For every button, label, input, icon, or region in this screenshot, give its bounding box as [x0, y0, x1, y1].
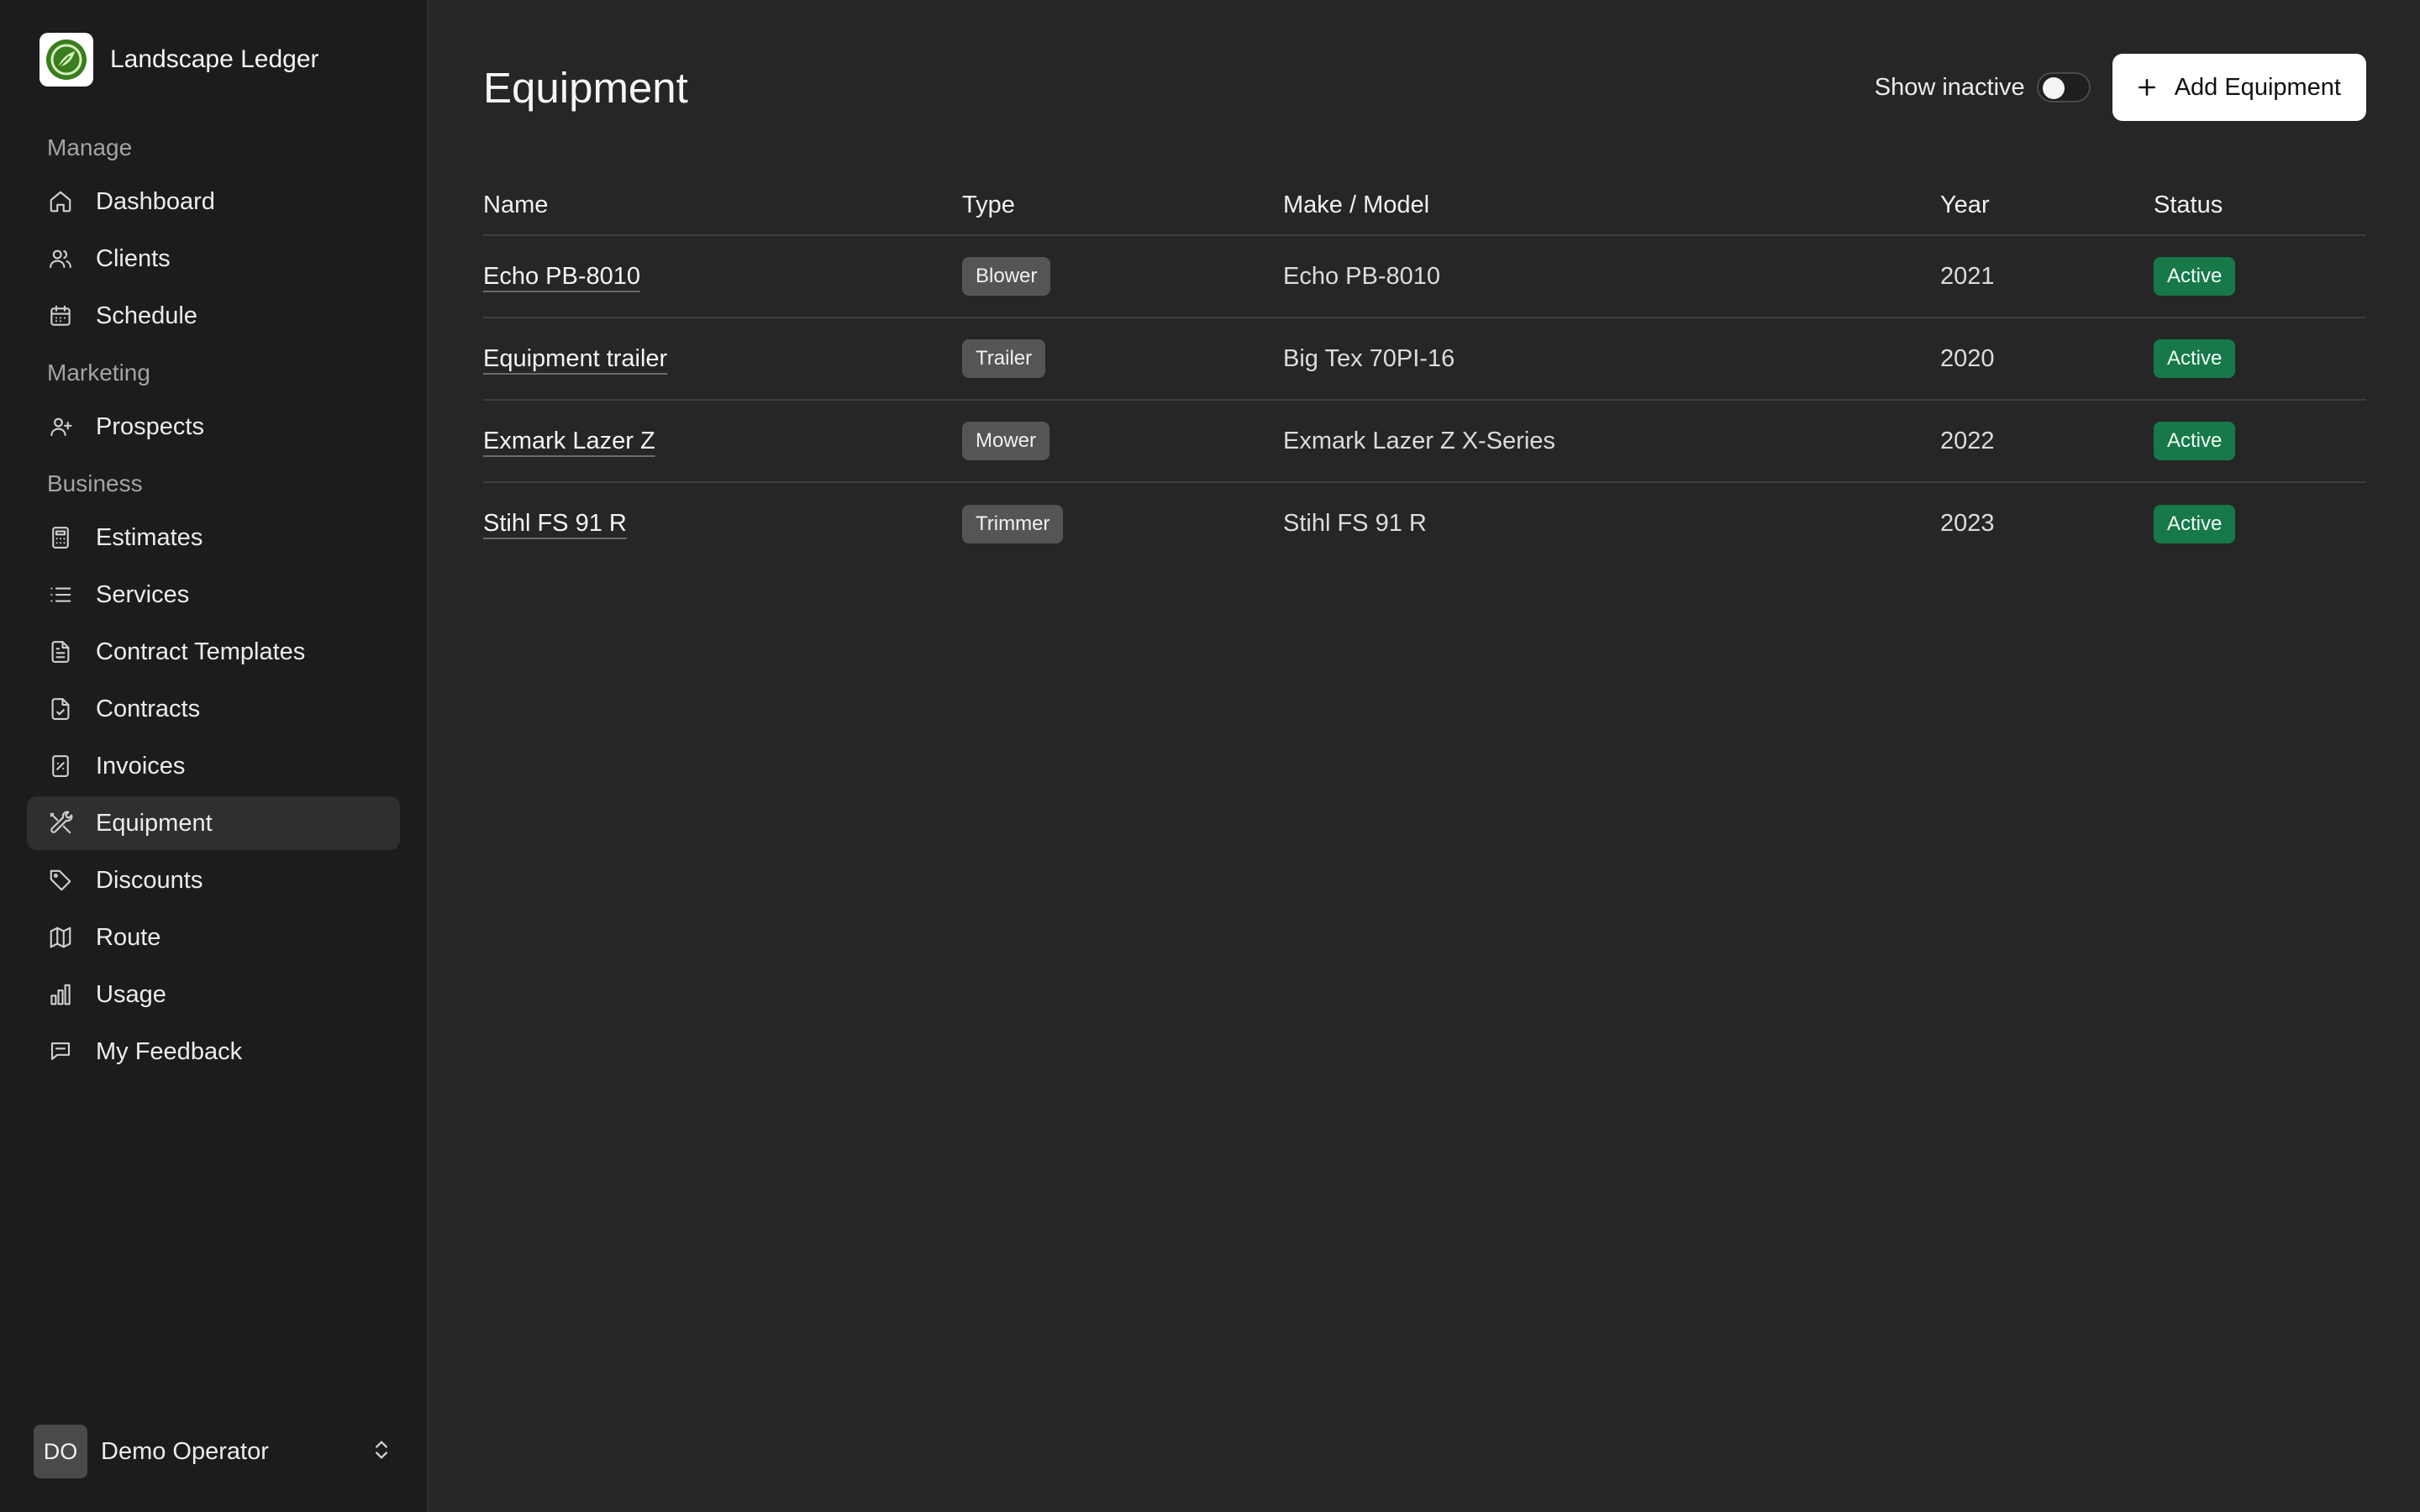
user-menu[interactable]: DO Demo Operator	[34, 1425, 393, 1478]
tag-icon	[47, 867, 74, 894]
sidebar-item-label: Contract Templates	[96, 638, 306, 665]
section-label-manage: Manage	[47, 134, 133, 160]
year: 2023	[1940, 510, 1995, 537]
list-icon	[47, 581, 74, 608]
user-name: Demo Operator	[101, 1437, 269, 1465]
page-header: Equipment Show inactive Add Equipment	[483, 0, 2366, 175]
add-equipment-label: Add Equipment	[2174, 73, 2341, 101]
equipment-name-link[interactable]: Echo PB-8010	[483, 263, 640, 290]
sidebar-item-equipment[interactable]: Equipment	[27, 796, 400, 850]
sidebar-item-label: Prospects	[96, 412, 204, 440]
avatar: DO	[34, 1425, 87, 1478]
chevrons-up-down-icon[interactable]	[370, 1438, 393, 1466]
sidebar-item-label: Dashboard	[96, 187, 215, 215]
sidebar-item-my-feedback[interactable]: My Feedback	[27, 1025, 400, 1079]
make-model: Echo PB-8010	[1283, 235, 1940, 318]
calculator-icon	[47, 524, 74, 551]
app-name: Landscape Ledger	[110, 45, 319, 73]
sidebar-item-estimates[interactable]: Estimates	[27, 511, 400, 564]
page-title: Equipment	[483, 63, 688, 112]
file-text-icon	[47, 638, 74, 665]
type-badge: Blower	[962, 257, 1051, 296]
calendar-icon	[47, 302, 74, 329]
equipment-name-link[interactable]: Stihl FS 91 R	[483, 510, 627, 537]
table-row: Echo PB-8010 Blower Echo PB-8010 2021 Ac…	[483, 235, 2366, 318]
sidebar-item-label: Clients	[96, 244, 171, 272]
column-header-status[interactable]: Status	[2154, 175, 2366, 236]
sidebar-item-label: Estimates	[96, 523, 203, 551]
column-header-year[interactable]: Year	[1940, 175, 2154, 236]
sidebar-item-dashboard[interactable]: Dashboard	[27, 175, 400, 228]
users-icon	[47, 245, 74, 272]
make-model: Exmark Lazer Z X-Series	[1283, 400, 1940, 483]
sidebar-item-label: Equipment	[96, 809, 213, 837]
user-plus-icon	[47, 413, 74, 440]
main-content: Equipment Show inactive Add Equipment Na…	[429, 0, 2420, 1512]
show-inactive-toggle[interactable]: Show inactive	[1875, 72, 2091, 102]
file-check-icon	[47, 696, 74, 722]
section-label-business: Business	[47, 470, 143, 496]
year: 2022	[1940, 400, 2154, 483]
type-badge: Trailer	[962, 339, 1046, 378]
type-badge: Trimmer	[962, 504, 1064, 543]
sidebar-item-discounts[interactable]: Discounts	[27, 853, 400, 907]
section-label-marketing: Marketing	[47, 360, 150, 386]
plus-icon	[2138, 79, 2155, 96]
column-header-name[interactable]: Name	[483, 175, 962, 236]
bar-chart-icon	[47, 981, 74, 1008]
sidebar-item-label: Schedule	[96, 302, 197, 329]
sidebar-item-label: Usage	[96, 980, 166, 1008]
sidebar-item-contract-templates[interactable]: Contract Templates	[27, 625, 400, 679]
table-row: Equipment trailer Trailer Big Tex 70PI-1…	[483, 318, 2366, 401]
sidebar-item-schedule[interactable]: Schedule	[27, 289, 400, 343]
sidebar-item-route[interactable]: Route	[27, 911, 400, 964]
equipment-table: Name Type Make / Model Year Status Echo …	[483, 175, 2366, 564]
map-icon	[47, 924, 74, 951]
year: 2021	[1940, 235, 2154, 318]
brand[interactable]: Landscape Ledger	[39, 32, 400, 87]
year: 2020	[1940, 318, 2154, 401]
table-row: Stihl FS 91 R Trimmer Stihl FS 91 R 2023…	[483, 482, 2366, 564]
sidebar-item-prospects[interactable]: Prospects	[27, 400, 400, 454]
status-badge: Active	[2154, 339, 2236, 378]
sidebar-item-label: Invoices	[96, 752, 186, 780]
table-row: Exmark Lazer Z Mower Exmark Lazer Z X-Se…	[483, 400, 2366, 483]
sidebar-item-services[interactable]: Services	[27, 568, 400, 622]
add-equipment-button[interactable]: Add Equipment	[2112, 54, 2366, 121]
make-model: Big Tex 70PI-16	[1283, 318, 1940, 401]
sidebar: Landscape Ledger Manage Dashboard Client…	[0, 0, 429, 1512]
sidebar-item-label: Services	[96, 580, 190, 608]
sidebar-item-usage[interactable]: Usage	[27, 968, 400, 1021]
receipt-icon	[47, 753, 74, 780]
sidebar-nav: Manage Dashboard Clients Schedule Market…	[27, 121, 400, 1079]
status-badge: Active	[2154, 504, 2236, 543]
show-inactive-switch[interactable]	[2036, 72, 2091, 102]
sidebar-item-clients[interactable]: Clients	[27, 232, 400, 286]
sidebar-item-invoices[interactable]: Invoices	[27, 739, 400, 793]
sidebar-item-label: Contracts	[96, 695, 201, 722]
status-badge: Active	[2154, 257, 2236, 296]
column-header-type[interactable]: Type	[962, 175, 1283, 236]
show-inactive-label: Show inactive	[1874, 73, 2025, 101]
leaf-logo-icon	[39, 33, 93, 87]
equipment-name-link[interactable]: Exmark Lazer Z	[483, 428, 655, 454]
sidebar-item-label: My Feedback	[96, 1037, 243, 1065]
sidebar-item-contracts[interactable]: Contracts	[27, 682, 400, 736]
make-model: Stihl FS 91 R	[1283, 510, 1427, 537]
status-badge: Active	[2154, 422, 2236, 460]
switch-knob	[2042, 77, 2065, 99]
column-header-make-model[interactable]: Make / Model	[1283, 175, 1940, 236]
equipment-name-link[interactable]: Equipment trailer	[483, 345, 667, 372]
table-header-row: Name Type Make / Model Year Status	[483, 175, 2366, 236]
home-icon	[47, 188, 74, 215]
type-badge: Mower	[962, 422, 1050, 460]
tools-icon	[47, 810, 74, 837]
sidebar-item-label: Route	[96, 923, 161, 951]
message-icon	[47, 1038, 74, 1065]
sidebar-item-label: Discounts	[96, 866, 203, 894]
